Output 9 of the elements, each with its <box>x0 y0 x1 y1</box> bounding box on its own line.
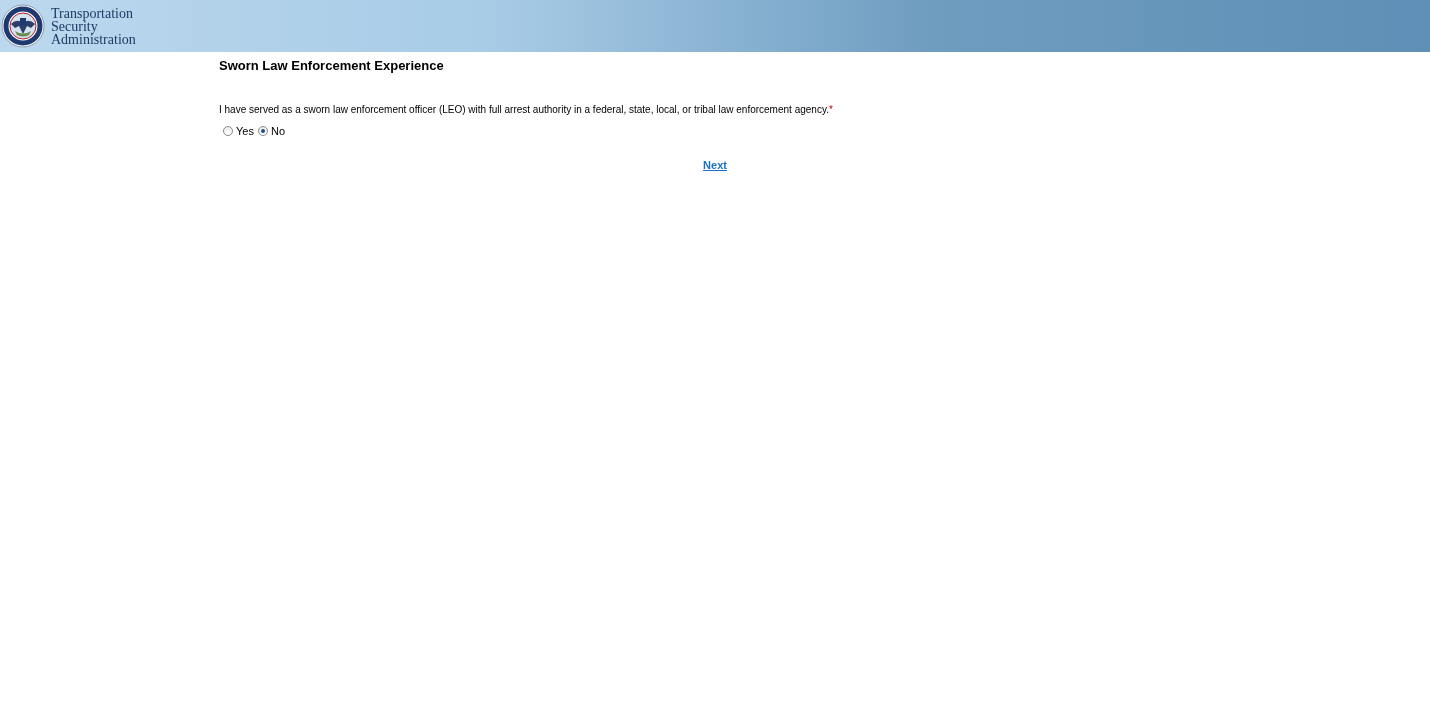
page-title: Sworn Law Enforcement Experience <box>219 57 444 75</box>
radio-icon[interactable] <box>257 125 268 136</box>
next-link[interactable]: Next <box>703 157 727 174</box>
radio-icon[interactable] <box>223 125 233 136</box>
radio-option[interactable]: No <box>257 122 285 139</box>
org-name: Transportation Security Administration <box>51 6 136 46</box>
radio-option[interactable]: Yes <box>223 122 254 139</box>
seal-logo-icon <box>1 4 45 48</box>
question-text: I have served as a sworn law enforcement officer (LEO) with full arrest authority in a federal, state, local, or tribal law enforcement agency.* <box>219 102 833 117</box>
